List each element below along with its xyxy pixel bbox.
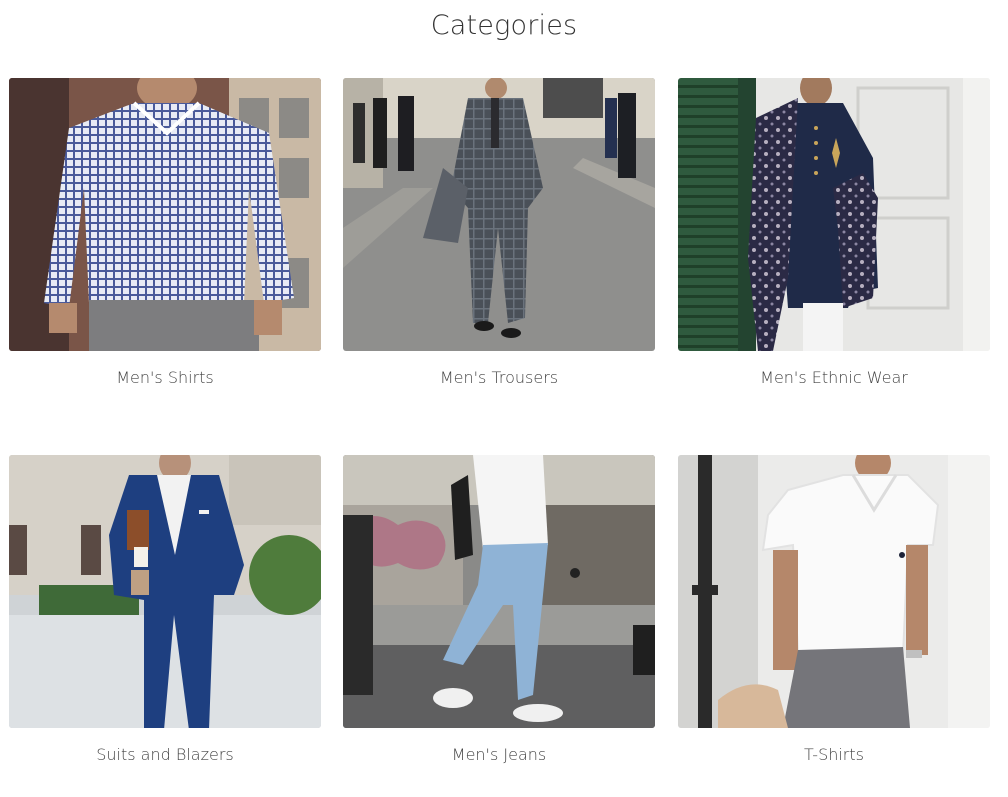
category-card-mens-ethnic-wear[interactable]: Men's Ethnic Wear [678, 78, 990, 388]
category-label[interactable]: Men's Ethnic Wear [678, 368, 990, 388]
category-image-mens-trousers[interactable] [343, 78, 655, 351]
category-image-t-shirts[interactable] [678, 455, 990, 728]
category-card-suits-and-blazers[interactable]: Suits and Blazers [9, 455, 321, 765]
category-card-mens-shirts[interactable]: Men's Shirts [9, 78, 321, 388]
category-label[interactable]: Men's Trousers [343, 368, 655, 388]
category-label[interactable]: Men's Jeans [343, 745, 655, 765]
page-title: Categories [430, 10, 578, 41]
category-card-mens-trousers[interactable]: Men's Trousers [343, 78, 655, 388]
category-image-suits-and-blazers[interactable] [9, 455, 321, 728]
category-image-mens-ethnic-wear[interactable] [678, 78, 990, 351]
category-label[interactable]: Men's Shirts [9, 368, 321, 388]
category-card-t-shirts[interactable]: T-Shirts [678, 455, 990, 765]
category-image-mens-jeans[interactable] [343, 455, 655, 728]
category-card-mens-jeans[interactable]: Men's Jeans [343, 455, 655, 765]
category-label[interactable]: T-Shirts [678, 745, 990, 765]
category-image-mens-shirts[interactable] [9, 78, 321, 351]
category-label[interactable]: Suits and Blazers [9, 745, 321, 765]
